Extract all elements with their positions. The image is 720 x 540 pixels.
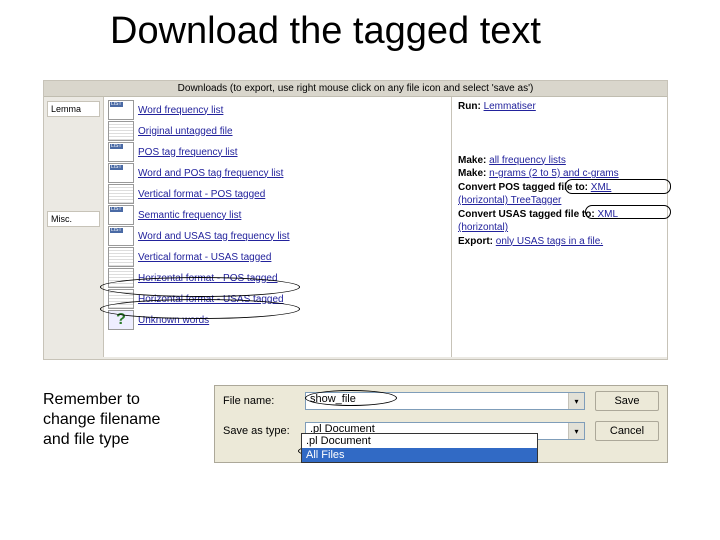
link-pos-freq[interactable]: POS tag frequency list (138, 147, 238, 158)
slide-title: Download the tagged text (110, 10, 541, 53)
make-ngrams[interactable]: n-grams (2 to 5) and c-grams (489, 168, 619, 179)
link-word-usas-freq[interactable]: Word and USAS tag frequency list (138, 231, 290, 242)
link-word-freq[interactable]: Word frequency list (138, 105, 223, 116)
save-button[interactable]: Save (595, 391, 659, 411)
export-label: Export: (458, 236, 493, 247)
file-icon[interactable] (108, 121, 134, 141)
convert-label: Convert USAS tagged file to: (458, 209, 595, 220)
savetype-label: Save as type: (223, 425, 295, 437)
link-word-pos-freq[interactable]: Word and POS tag frequency list (138, 168, 283, 179)
make-label: Make: (458, 168, 486, 179)
run-label: Run: (458, 101, 481, 112)
question-icon[interactable]: ? (108, 310, 134, 330)
link-sem-freq[interactable]: Semantic frequency list (138, 210, 241, 221)
link-horiz-usas[interactable]: Horizontal format - USAS tagged (138, 294, 284, 305)
link-original[interactable]: Original untagged file (138, 126, 233, 137)
make-label: Make: (458, 155, 486, 166)
option-all-files[interactable]: All Files (302, 448, 537, 462)
make-freq-lists[interactable]: all frequency lists (489, 155, 566, 166)
link-horiz-pos[interactable]: Horizontal format - POS tagged (138, 273, 278, 284)
actions-column: Run: Lemmatiser Make: all frequency list… (452, 97, 667, 357)
link-unknown[interactable]: Unknown words (138, 315, 209, 326)
cancel-button[interactable]: Cancel (595, 421, 659, 441)
panel-header: Downloads (to export, use right mouse cl… (44, 81, 667, 97)
list-icon[interactable] (108, 142, 134, 162)
file-icon[interactable] (108, 247, 134, 267)
tab-lemma[interactable]: Lemma (47, 101, 100, 117)
filename-input[interactable]: show_file (305, 392, 585, 410)
downloads-panel: Downloads (to export, use right mouse cl… (43, 80, 668, 360)
link-vert-pos[interactable]: Vertical format - POS tagged (138, 189, 265, 200)
file-list: Word frequency list Original untagged fi… (104, 97, 452, 357)
filename-label: File name: (223, 395, 295, 407)
convert-label: Convert POS tagged file to: (458, 182, 588, 193)
left-tabs: Lemma Misc. (44, 97, 104, 357)
file-icon[interactable] (108, 268, 134, 288)
file-icon[interactable] (108, 184, 134, 204)
run-lemmatiser[interactable]: Lemmatiser (484, 101, 536, 112)
savetype-dropdown[interactable]: .pl Document All Files (301, 433, 538, 463)
link-vert-usas[interactable]: Vertical format - USAS tagged (138, 252, 271, 263)
export-usas-tags[interactable]: only USAS tags in a file. (496, 236, 603, 247)
list-icon[interactable] (108, 100, 134, 120)
note-text: Remember to change filename and file typ… (43, 390, 183, 450)
file-icon[interactable] (108, 289, 134, 309)
tab-misc[interactable]: Misc. (47, 211, 100, 227)
option-pl-document[interactable]: .pl Document (302, 434, 537, 448)
list-icon[interactable] (108, 205, 134, 225)
list-icon[interactable] (108, 226, 134, 246)
list-icon[interactable] (108, 163, 134, 183)
